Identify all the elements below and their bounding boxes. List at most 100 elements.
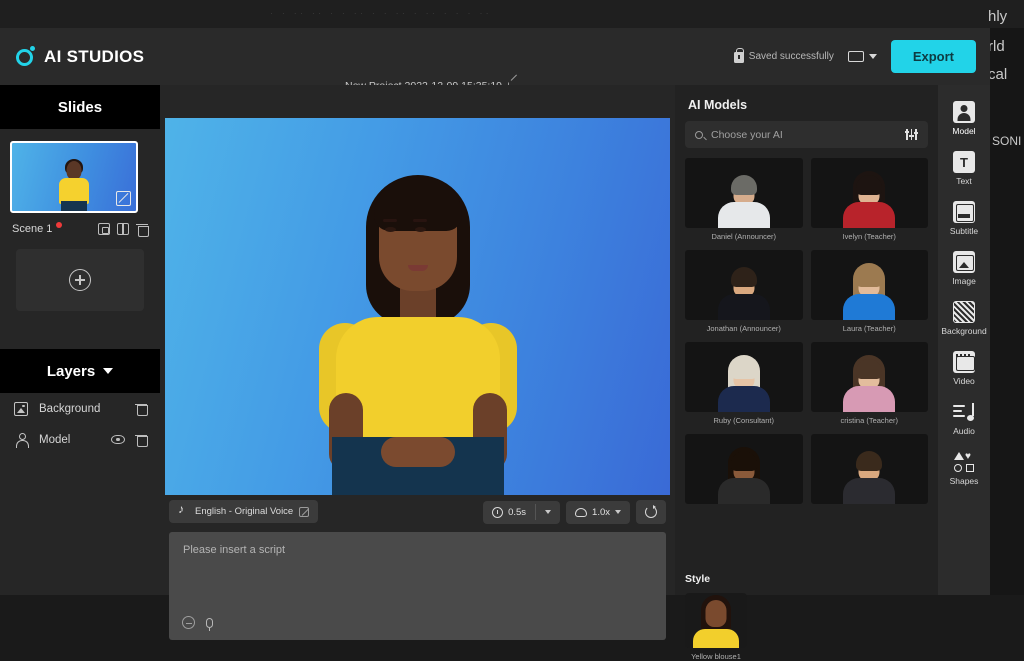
slides-title: Slides [58,99,102,116]
scene-row: Scene 1 [10,222,150,236]
layer-label: Background [39,403,100,415]
toolbar-item-video[interactable]: Video [938,345,990,392]
ring-dot-icon [16,46,38,68]
toolbar-item-audio[interactable]: Audio [938,395,990,442]
chevron-down-icon [103,368,113,374]
model-card[interactable]: cristina (Teacher) [811,342,929,425]
toolbar-item-label: Text [956,176,972,186]
right-toolbar: ModelTText Subtitle Image Background Video Au… [938,85,990,595]
model-card[interactable] [811,434,929,508]
export-button[interactable]: Export [891,40,976,73]
person-icon [14,433,28,447]
chevron-down-icon [869,54,877,59]
speed-control[interactable]: 1.0x [566,501,630,524]
voice-selector[interactable]: English - Original Voice [169,500,318,523]
toolbar-item-label: Video [953,376,975,386]
style-card[interactable]: Yellow blouse1 [685,593,747,661]
audio-note-icon [953,401,975,423]
style-title: Style [685,573,928,585]
speed-button[interactable]: 1.0x [566,501,630,524]
unsaved-indicator-dot [56,222,62,228]
voice-label: English - Original Voice [195,506,293,517]
aspect-ratio-dropdown[interactable] [848,51,877,62]
pause-duration-control[interactable]: 0.5s [483,501,560,524]
model-label: Jonathan (Announcer) [685,324,803,333]
toolbar-item-text[interactable]: TText [938,145,990,192]
style-section: Style Yellow blouse1 [685,573,928,661]
trash-icon[interactable] [136,223,148,235]
toolbar-item-subtitle[interactable]: Subtitle [938,195,990,242]
scene-thumbnail-figure [57,161,91,211]
smiley-icon[interactable] [182,616,195,629]
add-scene-button[interactable] [16,249,144,311]
toolbar-item-label: Subtitle [950,226,978,236]
video-clapper-icon [953,351,975,373]
model-card[interactable]: Ruby (Consultant) [685,342,803,425]
toolbar-item-label: Background [941,326,986,336]
lock-icon [734,52,744,63]
pause-duration-value: 0.5s [508,507,526,518]
style-label: Yellow blouse1 [685,652,747,661]
sliders-icon[interactable] [905,129,918,140]
edit-pencil-icon[interactable] [116,191,131,206]
script-editor[interactable]: Please insert a script [169,532,666,640]
toolbar-item-label: Audio [953,426,975,436]
music-note-icon [178,506,189,517]
app-logo[interactable]: AI STUDIOS [16,46,144,68]
subtitle-icon [953,201,975,223]
model-label: Ruby (Consultant) [685,416,803,425]
trash-icon[interactable] [135,403,147,415]
pause-duration-button[interactable]: 0.5s [483,501,535,524]
model-search-bar[interactable] [685,121,928,148]
style-thumbnail [685,593,747,648]
toolbar-item-image[interactable]: Image [938,245,990,292]
app-header: AI STUDIOS New Project 2022-12-09 15:35:… [0,28,990,85]
background-text-fragment: SONI [992,134,1021,148]
edit-small-icon[interactable] [299,507,309,517]
search-icon [695,131,703,139]
layer-label: Model [39,434,70,446]
scene-list: Scene 1 [0,129,160,311]
header-actions: Saved successfully Export [734,28,976,85]
toolbar-item-label: Image [952,276,976,286]
model-label: Laura (Teacher) [811,324,929,333]
model-thumbnail [811,434,929,504]
model-card[interactable]: Laura (Teacher) [811,250,929,333]
layer-row-background[interactable]: Background [0,393,160,424]
model-thumbnail [685,158,803,228]
microphone-icon[interactable] [206,618,213,628]
canvas-area: English - Original Voice 0.5s [160,85,675,595]
search-input[interactable] [711,129,905,141]
scene-actions [98,223,148,235]
plus-circle-icon [69,269,91,291]
scene-thumbnail[interactable] [10,141,138,213]
trash-icon[interactable] [135,434,147,446]
model-card[interactable]: Daniel (Announcer) [685,158,803,241]
reset-icon [645,506,657,518]
toolbar-item-shapes[interactable]: ♥Shapes [938,445,990,492]
pause-duration-dropdown[interactable] [536,504,560,520]
layer-row-model[interactable]: Model [0,424,160,455]
model-grid: Daniel (Announcer)Ivelyn (Teacher) Jonath… [685,158,928,558]
canvas-controls: English - Original Voice 0.5s [165,500,670,526]
aspect-ratio-icon [848,51,864,62]
layers-panel-header[interactable]: Layers [0,349,160,393]
video-stage[interactable] [165,118,670,495]
model-thumbnail [685,250,803,320]
copy-icon[interactable] [98,223,110,235]
model-card[interactable] [685,434,803,508]
playback-controls: 0.5s 1.0x [483,500,666,524]
toolbar-item-background[interactable]: Background [938,295,990,342]
eye-icon[interactable] [111,435,125,444]
script-tools [182,616,213,629]
model-card[interactable]: Jonathan (Announcer) [685,250,803,333]
chevron-down-icon [545,510,551,514]
model-card[interactable]: Ivelyn (Teacher) [811,158,929,241]
background-text-fragment: hly [988,8,1007,25]
background-text-fragment: cal [988,66,1007,83]
avatar-figure [303,165,533,495]
reset-button[interactable] [636,500,666,524]
split-icon[interactable] [117,223,129,235]
toolbar-item-model[interactable]: Model [938,95,990,142]
layers-title: Layers [47,363,95,380]
